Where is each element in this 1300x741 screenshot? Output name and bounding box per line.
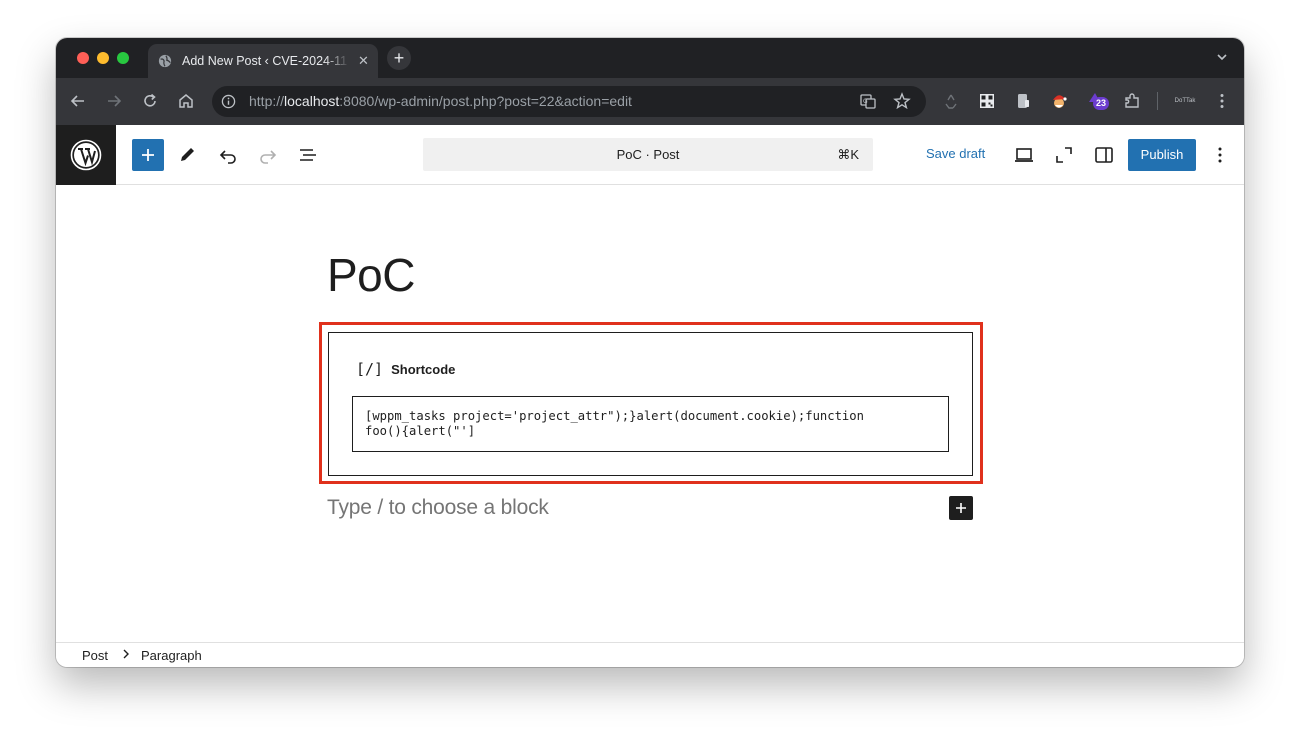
forward-arrow-icon[interactable] (105, 92, 123, 110)
shortcode-block[interactable]: [/] Shortcode [wppm_tasks project='proje… (328, 332, 973, 476)
breadcrumb-paragraph[interactable]: Paragraph (141, 648, 202, 663)
tab-close-icon[interactable]: ✕ (358, 53, 369, 69)
bookmark-star-icon[interactable] (893, 92, 911, 110)
add-block-button[interactable] (949, 496, 973, 520)
browser-toolbar: http://localhost:8080/wp-admin/post.php?… (56, 78, 1244, 125)
toolbar-divider (1157, 92, 1158, 110)
extension-badge: 23 (1093, 97, 1109, 110)
site-info-icon[interactable] (221, 94, 236, 109)
plus-icon (956, 503, 966, 513)
post-title[interactable]: PoC (327, 248, 415, 302)
block-breadcrumb: Post Paragraph (56, 642, 1244, 667)
globe-icon (158, 54, 172, 68)
block-placeholder[interactable]: Type / to choose a block (327, 496, 549, 520)
close-window-button[interactable] (77, 52, 89, 64)
new-tab-button[interactable]: + (387, 46, 411, 70)
extensions-puzzle-icon[interactable] (1123, 92, 1141, 110)
recycle-extension-icon[interactable] (942, 92, 960, 110)
url-text: http://localhost:8080/wp-admin/post.php?… (249, 93, 632, 109)
redo-icon[interactable] (256, 143, 280, 167)
save-draft-button[interactable]: Save draft (926, 146, 985, 161)
svg-text:G: G (863, 98, 868, 105)
publish-button[interactable]: Publish (1128, 139, 1196, 171)
tab-search-chevron-icon[interactable] (1214, 49, 1230, 65)
document-title: PoC · Post (616, 147, 680, 162)
undo-icon[interactable] (216, 143, 240, 167)
tab-title: Add New Post ‹ CVE-2024-11 (182, 54, 348, 68)
document-overview-icon[interactable] (296, 143, 320, 167)
browser-window: Add New Post ‹ CVE-2024-11 ✕ + http://lo… (56, 38, 1244, 667)
settings-sidebar-icon[interactable] (1092, 143, 1116, 167)
translate-icon[interactable]: G (859, 92, 877, 110)
shortcode-icon: [/] (356, 360, 384, 378)
browser-tab-active[interactable]: Add New Post ‹ CVE-2024-11 ✕ (148, 44, 378, 78)
address-bar[interactable]: http://localhost:8080/wp-admin/post.php?… (212, 86, 926, 117)
wordpress-logo-button[interactable] (56, 125, 116, 185)
chevron-right-icon (123, 649, 129, 659)
minimize-window-button[interactable] (97, 52, 109, 64)
shortcode-block-label: [/] Shortcode (356, 360, 455, 378)
command-shortcut: ⌘K (837, 147, 859, 162)
qr-code-icon[interactable] (978, 92, 996, 110)
browser-menu-icon[interactable] (1213, 92, 1231, 110)
maximize-window-button[interactable] (117, 52, 129, 64)
santa-extension-icon[interactable] (1050, 92, 1068, 110)
edit-pencil-icon[interactable] (175, 143, 199, 167)
preview-laptop-icon[interactable] (1012, 143, 1036, 167)
options-menu-icon[interactable] (1208, 143, 1232, 167)
command-palette-bar[interactable]: PoC · Post ⌘K (423, 138, 873, 171)
breadcrumb-post[interactable]: Post (82, 648, 108, 663)
tab-strip: Add New Post ‹ CVE-2024-11 ✕ + (56, 38, 1244, 78)
editor-header: PoC · Post ⌘K Save draft Publish (56, 125, 1244, 185)
profile-avatar[interactable]: DoTTak (1172, 93, 1198, 109)
wordpress-logo-icon (70, 139, 102, 171)
block-inserter-button[interactable] (132, 139, 164, 171)
home-icon[interactable] (177, 92, 195, 110)
editor-canvas: PoC [/] Shortcode [wppm_tasks project='p… (56, 186, 1244, 642)
plus-icon (142, 149, 154, 161)
mobile-device-icon[interactable] (1014, 92, 1032, 110)
external-preview-icon[interactable] (1052, 143, 1076, 167)
shortcode-block-title: Shortcode (391, 361, 456, 377)
reload-icon[interactable] (141, 92, 159, 110)
shortcode-textarea[interactable]: [wppm_tasks project='project_attr");}ale… (352, 396, 949, 452)
back-arrow-icon[interactable] (69, 92, 87, 110)
